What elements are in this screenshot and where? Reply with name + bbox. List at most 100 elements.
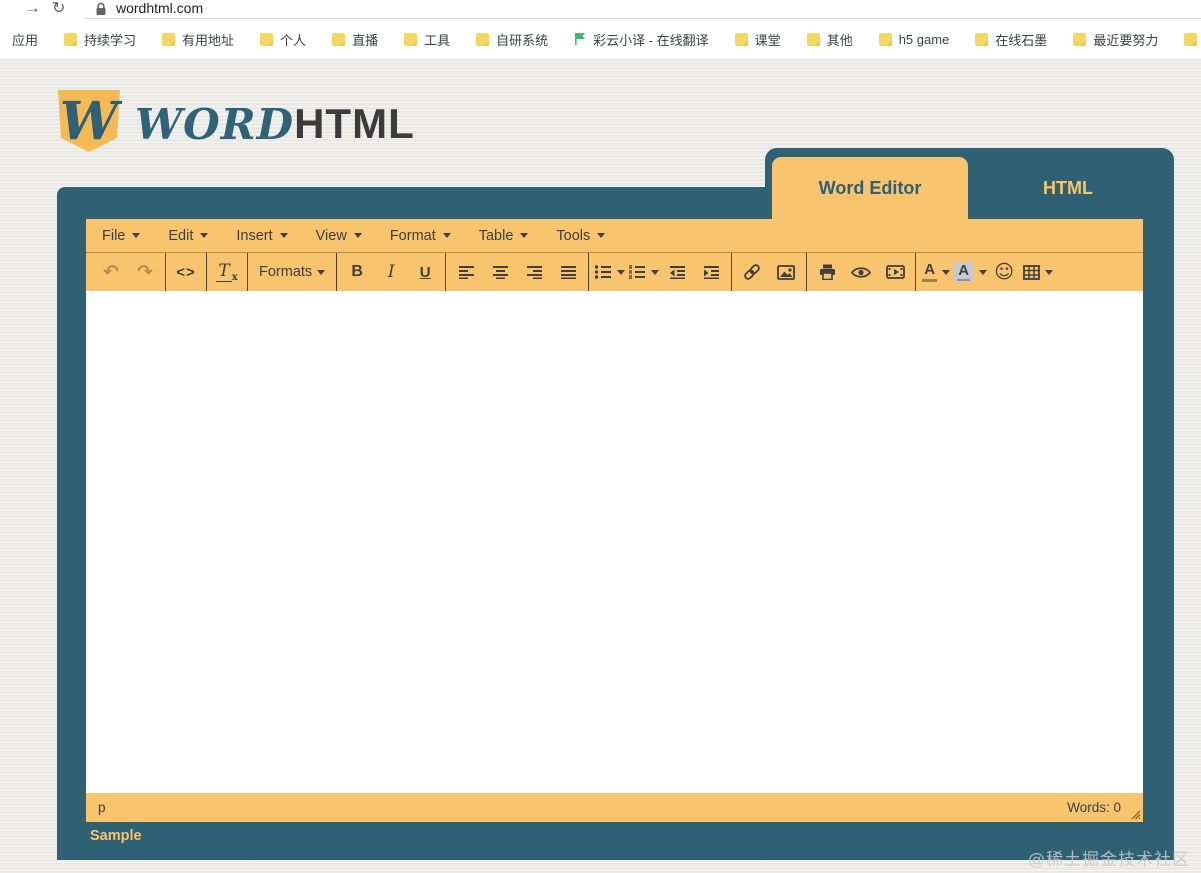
menu-edit[interactable]: Edit (154, 219, 222, 252)
editor-panel: File Edit Insert View Format Table Tools… (57, 187, 1174, 860)
menu-tools[interactable]: Tools (542, 219, 619, 252)
chevron-down-icon (442, 233, 451, 238)
eye-icon (851, 266, 872, 278)
bookmark-folder[interactable]: flutter (1183, 32, 1201, 47)
bookmark-label: 应用 (12, 32, 39, 48)
menu-insert[interactable]: Insert (222, 219, 301, 252)
bookmark-label: h5 game (898, 31, 950, 47)
folder-icon (260, 32, 274, 46)
bookmark-folder[interactable]: 持续学习 (63, 30, 136, 49)
chevron-down-icon (317, 269, 326, 275)
bookmark-folder[interactable]: 有用地址 (161, 30, 234, 49)
preview-button[interactable] (844, 253, 878, 291)
browser-navbar: → ↻ wordhtml.com (0, 0, 1201, 20)
chevron-down-icon (979, 269, 988, 275)
bullet-list-icon (594, 265, 611, 279)
bold-button[interactable]: B (340, 253, 374, 291)
chevron-down-icon (650, 269, 659, 275)
indent-button[interactable] (694, 253, 728, 291)
folder-icon (476, 32, 490, 46)
italic-button[interactable]: I (374, 253, 408, 291)
insert-media-button[interactable] (878, 253, 912, 291)
forward-icon[interactable]: → (24, 0, 41, 18)
emoticons-button[interactable]: ☺ (987, 253, 1021, 291)
bookmark-folder[interactable]: 最近要努力 (1072, 30, 1158, 49)
align-left-button[interactable] (449, 253, 483, 291)
menu-table[interactable]: Table (465, 219, 543, 252)
bookmark-label: 最近要努力 (1093, 32, 1159, 48)
outdent-button[interactable] (660, 253, 694, 291)
folder-icon (162, 32, 176, 46)
text-color-button[interactable]: A (919, 253, 953, 291)
underline-button[interactable]: U (408, 253, 442, 291)
insert-image-button[interactable] (769, 253, 803, 291)
sample-link[interactable]: Sample (90, 828, 142, 844)
element-path[interactable]: p (98, 800, 106, 815)
bookmark-folder[interactable]: 自研系统 (475, 30, 548, 49)
align-center-button[interactable] (483, 253, 517, 291)
align-right-icon (526, 266, 542, 279)
flag-icon (575, 33, 586, 45)
toolbar-separator (165, 253, 166, 291)
address-bar[interactable]: wordhtml.com (85, 0, 1201, 19)
bookmark-folder[interactable]: 直播 (331, 30, 378, 49)
bookmark-label: 持续学习 (84, 32, 137, 48)
align-center-icon (492, 266, 508, 279)
toolbar-separator (445, 253, 447, 291)
tab-word-editor[interactable]: Word Editor (772, 157, 968, 219)
bookmark-label: 有用地址 (182, 32, 235, 48)
tab-html-label: HTML (1043, 177, 1093, 198)
editor-content-area[interactable] (86, 291, 1143, 793)
table-button[interactable] (1021, 253, 1055, 291)
background-color-button[interactable]: A (953, 253, 988, 291)
bookmark-folder[interactable]: 工具 (403, 30, 450, 49)
bookmark-folder[interactable]: 其他 (806, 30, 853, 49)
redo-button[interactable]: ↷ (128, 253, 162, 291)
resize-grip-icon[interactable] (1129, 808, 1141, 820)
toolbar-separator (588, 253, 590, 291)
align-left-icon (458, 266, 474, 279)
formats-dropdown[interactable]: Formats (251, 253, 333, 291)
watermark-text: @稀土掘金技术社区 (1028, 850, 1190, 870)
source-code-button[interactable]: <> (169, 253, 203, 291)
align-justify-button[interactable] (551, 253, 585, 291)
editor-menubar: File Edit Insert View Format Table Tools (86, 219, 1143, 252)
chevron-down-icon (132, 233, 141, 238)
chevron-down-icon (942, 269, 951, 275)
numbered-list-button[interactable] (626, 253, 660, 291)
bullet-list-button[interactable] (592, 253, 626, 291)
wordhtml-logo[interactable]: W WORD HTML (57, 90, 415, 162)
menu-view[interactable]: View (302, 219, 376, 252)
folder-icon (404, 32, 418, 46)
bookmark-folder[interactable]: h5 game (878, 31, 950, 47)
bookmark-label: 其他 (826, 32, 853, 48)
folder-icon (806, 32, 820, 46)
menu-file[interactable]: File (88, 219, 154, 252)
bookmark-label: 课堂 (754, 32, 781, 48)
tab-word-editor-label: Word Editor (818, 177, 922, 198)
insert-link-button[interactable] (735, 253, 769, 291)
menu-format[interactable]: Format (376, 219, 465, 252)
word-count: Words: 0 (1067, 800, 1121, 815)
folder-icon (1184, 32, 1198, 46)
bookmark-folder[interactable]: 课堂 (734, 30, 781, 49)
bookmark-label: 彩云小译 - 在线翻译 (593, 32, 709, 48)
folder-icon (975, 32, 989, 46)
reload-icon[interactable]: ↻ (52, 0, 65, 18)
url-text[interactable]: wordhtml.com (116, 0, 203, 16)
bookmark-caiyun[interactable]: 彩云小译 - 在线翻译 (573, 30, 709, 49)
toolbar-separator (247, 253, 248, 291)
toolbar-separator (915, 253, 917, 291)
bookmark-apps[interactable]: 应用 (12, 30, 38, 49)
bookmark-folder[interactable]: 在线石墨 (974, 30, 1047, 49)
align-right-button[interactable] (517, 253, 551, 291)
link-icon (744, 264, 760, 280)
clear-formatting-button[interactable]: Tx (210, 253, 244, 291)
bookmark-folder[interactable]: 个人 (259, 30, 306, 49)
chevron-down-icon (520, 233, 529, 238)
undo-button[interactable]: ↶ (94, 253, 128, 291)
toolbar-separator (806, 253, 808, 291)
bookmark-label: 直播 (352, 32, 379, 48)
tab-html[interactable]: HTML (968, 170, 1168, 206)
print-button[interactable] (810, 253, 844, 291)
